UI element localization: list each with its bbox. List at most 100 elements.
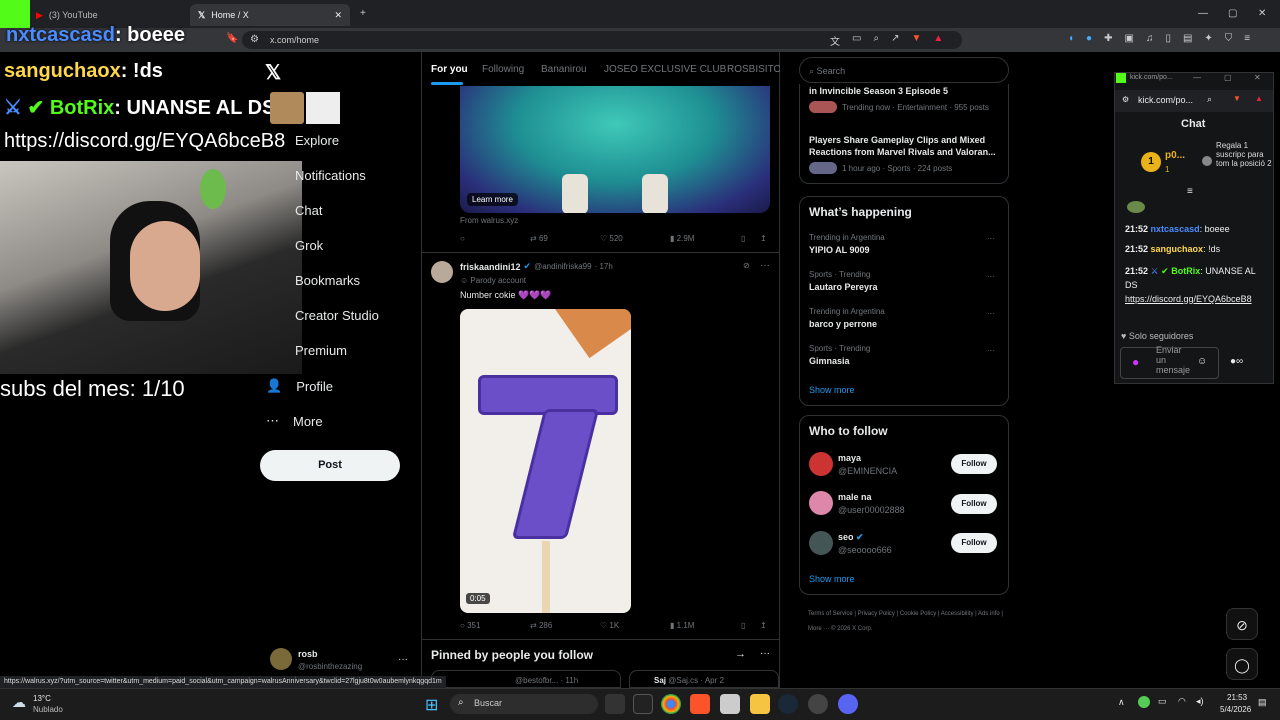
site-info-icon[interactable]: ⚙ [1122, 95, 1129, 104]
audio-icon[interactable]: ◖ [1068, 33, 1074, 44]
follow-button[interactable]: Follow [951, 494, 997, 514]
avatar[interactable] [270, 648, 292, 670]
discord-icon[interactable] [838, 694, 858, 714]
store-icon[interactable] [720, 694, 740, 714]
x-logo-icon[interactable]: 𝕏 [265, 60, 281, 85]
nav-creator-studio[interactable]: Creator Studio [266, 308, 379, 323]
top-trend-1-title[interactable]: in Invincible Season 3 Episode 5 [809, 86, 948, 96]
minimize-icon[interactable]: — [1198, 8, 1208, 19]
menu-icon[interactable]: ≡ [1244, 33, 1250, 44]
file-explorer-icon[interactable] [750, 694, 770, 714]
nav-notifications[interactable]: Notifications [266, 168, 366, 183]
infinity-icon[interactable]: ●∞ [1230, 356, 1243, 367]
tab-following[interactable]: Following [482, 64, 524, 75]
rewards-icon[interactable]: ▲ [933, 33, 943, 48]
maximize-icon[interactable]: ▢ [1224, 73, 1232, 82]
collapse-icon[interactable]: ≡ [1187, 186, 1193, 197]
wallet-icon[interactable]: ▤ [1183, 33, 1192, 44]
notification-icon[interactable]: ▤ [1258, 697, 1267, 708]
weather-temp[interactable]: 13°C [33, 694, 51, 703]
post-avatar[interactable] [431, 261, 453, 283]
show-more-link[interactable]: Show more [809, 385, 855, 395]
taskbar-date[interactable]: 5/4/2026 [1220, 705, 1251, 714]
taskbar-search[interactable]: Buscar [450, 694, 598, 714]
arrow-right-icon[interactable]: → [735, 648, 746, 660]
nav-grok[interactable]: Grok [266, 238, 323, 253]
puzzle-icon[interactable]: ✚ [1104, 33, 1112, 44]
share-icon[interactable]: ↗ [891, 33, 899, 48]
post-video[interactable] [460, 309, 631, 613]
trend-name[interactable]: barco y perrone [809, 319, 877, 329]
trend-more-icon[interactable]: ··· [987, 309, 995, 318]
taskview-icon[interactable] [605, 694, 625, 714]
follow-button[interactable]: Follow [951, 454, 997, 474]
pinned-more-icon[interactable]: ··· [760, 648, 770, 659]
site-info-icon[interactable]: ⚙ [250, 34, 259, 45]
top-sub-user[interactable]: p0... [1165, 150, 1185, 161]
tab-youtube[interactable]: ▶ (3) YouTube [28, 4, 188, 26]
learn-more-button[interactable]: Learn more [467, 193, 518, 206]
extension-blue-icon[interactable]: ● [1086, 33, 1092, 44]
messages-float-icon[interactable]: ◯ [1226, 648, 1258, 680]
avatar[interactable] [809, 452, 833, 476]
new-tab-icon[interactable]: + [360, 8, 366, 19]
trend-more-icon[interactable]: ··· [987, 272, 995, 281]
brave-shield-icon[interactable]: ▼ [1233, 94, 1241, 103]
nav-explore[interactable]: Explore [266, 133, 339, 148]
nav-bookmarks[interactable]: Bookmarks [266, 273, 360, 288]
grok-icon[interactable]: ⊘ [743, 261, 750, 270]
pinned-card-2[interactable]: Saj @Saj.cs · Apr 2 [629, 670, 779, 688]
post-more-icon[interactable]: ··· [760, 260, 770, 271]
tab-x-home[interactable]: 𝕏 Home / X ✕ [190, 4, 350, 26]
nav-profile[interactable]: 👤 Profile [266, 378, 333, 394]
tab-for-you[interactable]: For you [431, 64, 468, 75]
avatar[interactable] [809, 531, 833, 555]
chrome-icon[interactable] [661, 694, 681, 714]
kick-url[interactable]: kick.com/po... [1138, 95, 1193, 105]
rewards-icon[interactable]: ▲ [1255, 94, 1263, 103]
search-input[interactable]: ⌕ Search [799, 57, 1009, 83]
trend-more-icon[interactable]: ··· [987, 234, 995, 243]
weather-icon[interactable]: ☁ [12, 694, 26, 711]
post-views[interactable]: ▮ 1.1M [670, 621, 694, 630]
post-replies[interactable]: ○ 351 [460, 621, 480, 630]
reply-icon[interactable]: ○ [460, 234, 465, 243]
zoom-icon[interactable]: ⌕ [873, 33, 879, 48]
post-retweets[interactable]: ⇄ 286 [530, 621, 552, 630]
app-icon[interactable] [808, 694, 828, 714]
steam-icon[interactable] [778, 694, 798, 714]
chat-link[interactable]: https://discord.gg/EYQA6bceB8 [1125, 292, 1265, 306]
share-post-icon[interactable]: ↥ [760, 234, 767, 243]
ai-icon[interactable]: ✦ [1204, 33, 1212, 44]
volume-icon[interactable]: ◂) [1196, 696, 1204, 707]
nav-premium[interactable]: Premium [266, 343, 347, 358]
brave-shield-icon[interactable]: ▼ [911, 33, 921, 48]
trend-name[interactable]: Gimnasia [809, 356, 850, 366]
trend-name[interactable]: YIPIO AL 9009 [809, 245, 870, 255]
tray-app-icon[interactable] [1138, 696, 1150, 708]
translate-icon[interactable]: 文 [830, 33, 840, 48]
cast-icon[interactable]: ▭ [852, 33, 861, 48]
zoom-icon[interactable]: ⌕ [1207, 94, 1212, 105]
epic-games-icon[interactable] [633, 694, 653, 714]
tab-rosbisitos[interactable]: ROSBISITOS [727, 64, 780, 75]
show-more-link[interactable]: Show more [809, 574, 855, 584]
minimize-icon[interactable]: — [1193, 73, 1201, 82]
trend-more-icon[interactable]: ··· [987, 346, 995, 355]
music-icon[interactable]: ♫ [1146, 33, 1154, 44]
taskbar-time[interactable]: 21:53 [1227, 693, 1247, 702]
account-more-icon[interactable]: ··· [398, 654, 408, 665]
microphone-icon[interactable]: ● [1132, 355, 1139, 369]
top-trend-2-title[interactable]: Players Share Gameplay Clips and Mixed R… [809, 134, 1004, 158]
close-tab-icon[interactable]: ✕ [334, 10, 342, 21]
emoji-icon[interactable]: ☺ [1197, 356, 1207, 367]
follow-button[interactable]: Follow [951, 533, 997, 553]
brave-icon[interactable] [690, 694, 710, 714]
ad-retweets[interactable]: ⇄ 69 [530, 234, 548, 243]
grok-float-icon[interactable]: ⊘ [1226, 608, 1258, 640]
bookmark-icon[interactable]: 🔖 [226, 33, 238, 44]
bookmark-post-icon[interactable]: ▯ [741, 234, 745, 243]
pinned-card-1[interactable]: @bestofbr... · 11h [431, 670, 621, 688]
post-button[interactable]: Post [260, 450, 400, 481]
screenshot-icon[interactable]: ▣ [1124, 33, 1133, 44]
